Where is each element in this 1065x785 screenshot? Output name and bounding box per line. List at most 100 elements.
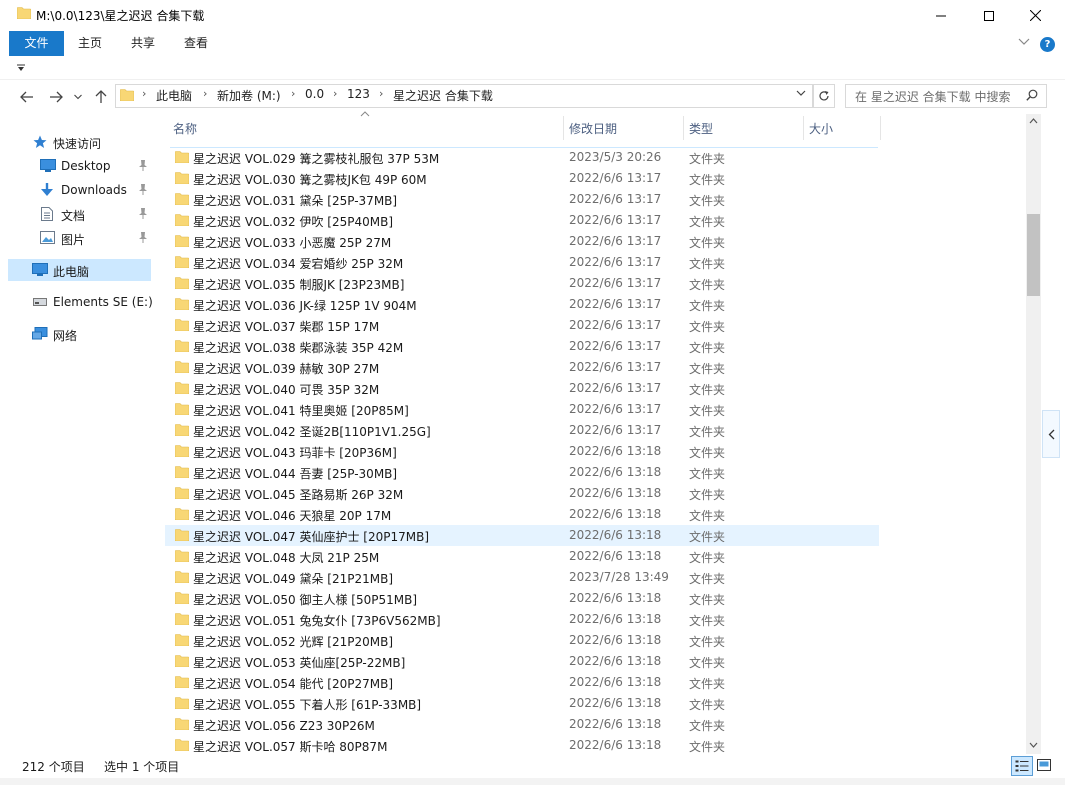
breadcrumb-separator[interactable]: ›: [142, 87, 146, 100]
chevron-down-icon[interactable]: [1018, 37, 1030, 47]
file-row[interactable]: 星之迟迟 VOL.037 柴郡 15P 17M 2022/6/6 13:17 文件夹: [165, 315, 879, 336]
file-row[interactable]: 星之迟迟 VOL.051 兔兔女仆 [73P6V562MB] 2022/6/6 1…: [165, 609, 879, 630]
file-row[interactable]: 星之迟迟 VOL.043 玛菲卡 [20P36M] 2022/6/6 13:18 文…: [165, 441, 879, 462]
close-button[interactable]: [1012, 0, 1058, 31]
column-header-name[interactable]: 名称: [173, 118, 553, 140]
up-button[interactable]: [90, 86, 112, 108]
file-name: 星之迟迟 VOL.044 吾妻 [25P-30MB]: [193, 467, 398, 481]
sidebar-item-label: 文档: [61, 209, 86, 223]
file-row[interactable]: 星之迟迟 VOL.040 可畏 35P 32M 2022/6/6 13:17 文件夹: [165, 378, 879, 399]
file-row[interactable]: 星之迟迟 VOL.036 JK-绿 125P 1V 904M 2022/6/6 1…: [165, 294, 879, 315]
scroll-down-icon[interactable]: [1029, 742, 1038, 748]
file-date: 2022/6/6 13:17: [569, 276, 662, 290]
file-row[interactable]: 星之迟迟 VOL.046 天狼星 20P 17M 2022/6/6 13:18 文件…: [165, 504, 879, 525]
sidebar-item-downloads[interactable]: Downloads: [0, 179, 160, 201]
back-button[interactable]: [16, 86, 38, 108]
file-name: 星之迟迟 VOL.040 可畏 35P 32M: [193, 383, 380, 397]
sidebar-item-network[interactable]: 网络: [0, 323, 160, 345]
tab-view[interactable]: 查看: [172, 31, 220, 56]
breadcrumb-separator[interactable]: ›: [203, 87, 207, 100]
refresh-button[interactable]: [813, 84, 835, 108]
folder-icon: [175, 655, 189, 667]
sidebar-item-quick-access[interactable]: 快速访问: [0, 131, 160, 153]
column-header-size[interactable]: 大小: [809, 118, 879, 140]
drive-icon: [33, 298, 47, 306]
pin-icon[interactable]: [138, 184, 148, 195]
file-row[interactable]: 星之迟迟 VOL.042 圣诞2B[110P1V1.25G] 2022/6/6 1…: [165, 420, 879, 441]
minimize-button[interactable]: [918, 0, 964, 31]
chevron-down-icon[interactable]: [796, 89, 806, 97]
file-row[interactable]: 星之迟迟 VOL.030 篝之雾枝JK包 49P 60M 2022/6/6 13:…: [165, 168, 879, 189]
recent-locations-button[interactable]: [70, 86, 86, 108]
folder-icon: [175, 298, 189, 310]
column-header-date[interactable]: 修改日期: [569, 118, 679, 140]
file-type: 文件夹: [689, 236, 726, 250]
file-row[interactable]: 星之迟迟 VOL.056 Z23 30P26M 2022/6/6 13:18 文件夹: [165, 714, 879, 735]
file-row[interactable]: 星之迟迟 VOL.032 伊吹 [25P40MB] 2022/6/6 13:17 文…: [165, 210, 879, 231]
file-row[interactable]: 星之迟迟 VOL.041 特里奥姬 [20P85M] 2022/6/6 13:17…: [165, 399, 879, 420]
folder-icon: [17, 7, 31, 19]
file-row[interactable]: 星之迟迟 VOL.033 小恶魔 25P 27M 2022/6/6 13:17 文件…: [165, 231, 879, 252]
help-button[interactable]: ?: [1040, 37, 1055, 52]
breadcrumb-drive[interactable]: 新加卷 (M:): [217, 87, 281, 104]
file-type: 文件夹: [689, 572, 726, 586]
file-row[interactable]: 星之迟迟 VOL.039 赫敏 30P 27M 2022/6/6 13:17 文件夹: [165, 357, 879, 378]
column-header-type[interactable]: 类型: [689, 118, 799, 140]
file-date: 2022/6/6 13:18: [569, 675, 662, 689]
sidebar-item-documents[interactable]: 文档: [0, 203, 160, 225]
details-view-button[interactable]: [1011, 756, 1033, 776]
preview-pane-toggle[interactable]: [1042, 410, 1060, 458]
breadcrumb-separator[interactable]: ›: [379, 87, 383, 100]
file-row[interactable]: 星之迟迟 VOL.047 英仙座护士 [20P17MB] 2022/6/6 13:…: [165, 525, 879, 546]
breadcrumb-folder-123[interactable]: 123: [347, 87, 370, 101]
file-row[interactable]: 星之迟迟 VOL.031 黛朵 [25P-37MB] 2022/6/6 13:17…: [165, 189, 879, 210]
file-row[interactable]: 星之迟迟 VOL.034 爱宕婚纱 25P 32M 2022/6/6 13:17 文…: [165, 252, 879, 273]
file-row[interactable]: 星之迟迟 VOL.050 御主人様 [50P51MB] 2022/6/6 13:1…: [165, 588, 879, 609]
file-type: 文件夹: [689, 320, 726, 334]
file-name: 星之迟迟 VOL.043 玛菲卡 [20P36M]: [193, 446, 397, 460]
file-row[interactable]: 星之迟迟 VOL.044 吾妻 [25P-30MB] 2022/6/6 13:18…: [165, 462, 879, 483]
sidebar-item-pictures[interactable]: 图片: [0, 227, 160, 249]
customize-toolbar-icon[interactable]: [17, 64, 26, 72]
file-row[interactable]: 星之迟迟 VOL.045 圣路易斯 26P 32M 2022/6/6 13:18 文…: [165, 483, 879, 504]
file-row[interactable]: 星之迟迟 VOL.053 英仙座[25P-22MB] 2022/6/6 13:18…: [165, 651, 879, 672]
tab-file[interactable]: 文件: [9, 31, 64, 56]
folder-icon: [175, 571, 189, 583]
breadcrumb-folder-0-0[interactable]: 0.0: [305, 87, 324, 101]
file-row[interactable]: 星之迟迟 VOL.029 篝之雾枝礼服包 37P 53M 2023/5/3 20:…: [165, 147, 879, 168]
large-icons-view-button[interactable]: [1034, 756, 1054, 774]
column-divider[interactable]: [683, 116, 684, 140]
file-row[interactable]: 星之迟迟 VOL.035 制服JK [23P23MB] 2022/6/6 13:1…: [165, 273, 879, 294]
search-icon[interactable]: [1026, 89, 1038, 101]
file-row[interactable]: 星之迟迟 VOL.054 能代 [20P27MB] 2022/6/6 13:18 文…: [165, 672, 879, 693]
file-type: 文件夹: [689, 383, 726, 397]
file-row[interactable]: 星之迟迟 VOL.055 下着人形 [61P-33MB] 2022/6/6 13:…: [165, 693, 879, 714]
file-row[interactable]: 星之迟迟 VOL.038 柴郡泳装 35P 42M 2022/6/6 13:17 文…: [165, 336, 879, 357]
tab-home[interactable]: 主页: [66, 31, 114, 56]
sidebar-item-desktop[interactable]: Desktop: [0, 155, 160, 177]
column-divider[interactable]: [880, 116, 881, 140]
sidebar-item-drive-e[interactable]: Elements SE (E:): [0, 291, 160, 313]
breadcrumb-separator[interactable]: ›: [291, 87, 295, 100]
sidebar-item-this-pc[interactable]: 此电脑: [8, 259, 151, 281]
file-row[interactable]: 星之迟迟 VOL.048 大凤 21P 25M 2022/6/6 13:18 文件夹: [165, 546, 879, 567]
breadcrumb-this-pc[interactable]: 此电脑: [156, 87, 192, 104]
scroll-up-icon[interactable]: [1029, 118, 1038, 124]
tab-share[interactable]: 共享: [120, 31, 166, 56]
pin-icon[interactable]: [138, 208, 148, 219]
column-divider[interactable]: [563, 116, 564, 140]
file-row[interactable]: 星之迟迟 VOL.052 光辉 [21P20MB] 2022/6/6 13:18 文…: [165, 630, 879, 651]
forward-button[interactable]: [45, 86, 67, 108]
vertical-scrollbar[interactable]: [1026, 114, 1041, 754]
column-divider[interactable]: [803, 116, 804, 140]
pin-icon[interactable]: [138, 232, 148, 243]
file-row[interactable]: 星之迟迟 VOL.057 斯卡哈 80P87M 2022/6/6 13:18 文件夹: [165, 735, 879, 756]
file-name: 星之迟迟 VOL.032 伊吹 [25P40MB]: [193, 215, 394, 229]
pin-icon[interactable]: [138, 160, 148, 171]
maximize-button[interactable]: [966, 0, 1012, 31]
file-row[interactable]: 星之迟迟 VOL.049 黛朵 [21P21MB] 2023/7/28 13:49…: [165, 567, 879, 588]
file-date: 2022/6/6 13:18: [569, 591, 662, 605]
scrollbar-thumb[interactable]: [1027, 214, 1040, 296]
breadcrumb-separator[interactable]: ›: [333, 87, 337, 100]
breadcrumb-current[interactable]: 星之迟迟 合集下载: [393, 87, 493, 104]
